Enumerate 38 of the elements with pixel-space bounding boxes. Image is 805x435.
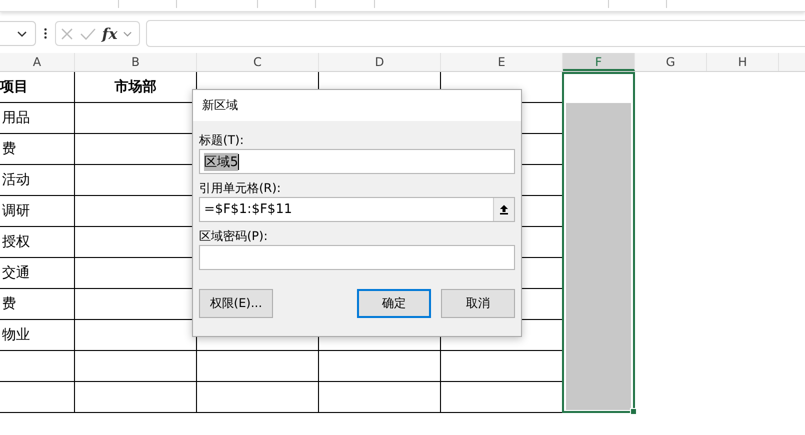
formula-input[interactable]: [146, 20, 805, 47]
column-header[interactable]: C: [197, 53, 319, 71]
fill-handle[interactable]: [630, 408, 637, 415]
table-cell: 用品: [0, 103, 75, 134]
cancel-icon[interactable]: [60, 26, 74, 40]
insert-function-button[interactable]: fx: [102, 24, 118, 42]
field-value: =$F$1:$F$11: [204, 202, 292, 217]
input-field[interactable]: =$F$1:$F$11: [199, 197, 515, 222]
caret-icon: [123, 30, 132, 36]
field-value: 区域5: [204, 152, 238, 170]
dialog-title: 新区域: [193, 90, 521, 121]
input-field[interactable]: 区域5: [199, 149, 515, 174]
column-header[interactable]: H: [707, 53, 779, 71]
upload-arrow-icon: [499, 204, 509, 215]
table-cell: 调研: [0, 196, 75, 227]
field-label: 引用单元格(R):: [199, 180, 282, 197]
column-header[interactable]: B: [75, 53, 197, 71]
table-cell: 费: [0, 289, 75, 320]
check-icon[interactable]: [80, 26, 96, 40]
header-cell: 项目: [0, 72, 75, 103]
more-icon[interactable]: [44, 28, 47, 39]
column-header[interactable]: D: [319, 53, 441, 71]
table-cell: 物业: [0, 320, 75, 351]
caret-icon: [17, 30, 27, 36]
table-cell: 费: [0, 134, 75, 165]
dialog-button[interactable]: 取消: [441, 289, 515, 318]
collapse-button[interactable]: [493, 198, 514, 221]
column-header[interactable]: G: [635, 53, 707, 71]
input-field[interactable]: [199, 245, 515, 270]
field-label: 标题(T):: [199, 132, 245, 149]
dialog-button[interactable]: 权限(E)...: [199, 289, 273, 318]
column-header[interactable]: F: [563, 53, 635, 71]
table-cell: 活动: [0, 165, 75, 196]
field-label: 区域密码(P):: [199, 228, 269, 245]
column-header[interactable]: A: [0, 53, 75, 71]
table-cell: 授权: [0, 227, 75, 258]
dialog-button[interactable]: 确定: [357, 289, 431, 318]
table-cell: 交通: [0, 258, 75, 289]
